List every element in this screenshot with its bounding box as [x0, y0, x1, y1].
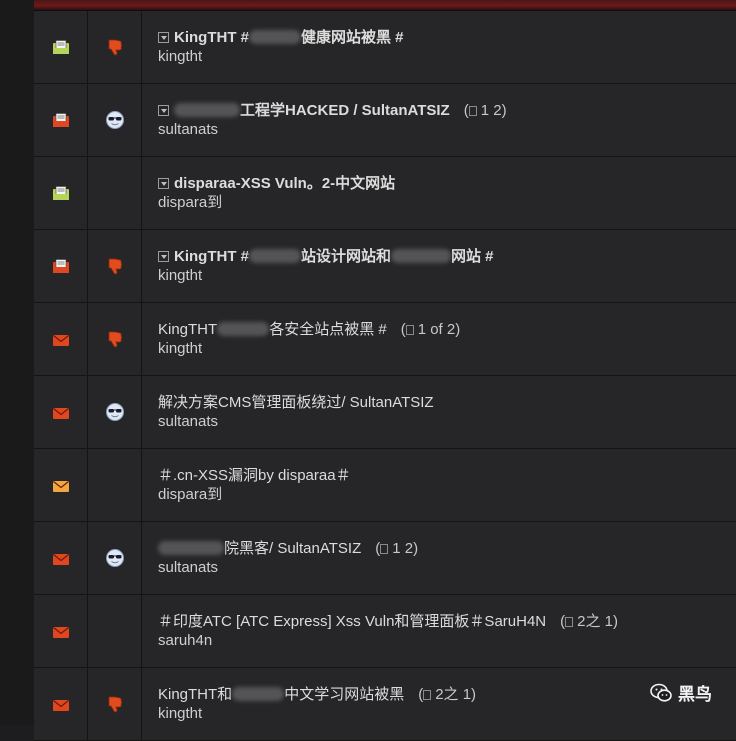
thread-status-icon — [34, 84, 88, 156]
page-links[interactable]: (2之 1) — [418, 686, 476, 703]
thread-row[interactable]: KingTHT和 中文学习网站被黑(2之 1) kingtht — [34, 668, 736, 741]
thread-row[interactable]: KingTHT 各安全站点被黑 #(1 of 2) kingtht — [34, 303, 736, 376]
thread-status-icon — [34, 668, 88, 740]
thread-author[interactable]: saruh4n — [158, 631, 736, 650]
expand-icon[interactable] — [158, 32, 169, 43]
thread-title-link[interactable]: KingTHT # 健康网站被黑 # — [158, 28, 736, 47]
redacted-text — [217, 322, 270, 336]
thumbs-down-icon — [88, 303, 142, 375]
thread-title-link[interactable]: 工程学HACKED / SultanATSIZ(1 2) — [158, 101, 736, 120]
multipage-icon — [468, 106, 477, 116]
page-links[interactable]: (1 2) — [375, 540, 418, 557]
thread-author[interactable]: sultanats — [158, 558, 736, 577]
thread-title-link[interactable]: KingTHT 各安全站点被黑 #(1 of 2) — [158, 320, 736, 339]
thread-row[interactable]: 院黑客/ SultanATSIZ(1 2) sultanats — [34, 522, 736, 595]
thread-author[interactable]: kingtht — [158, 339, 736, 358]
thread-row[interactable]: disparaa-XSS Vuln。2-中文网站 dispara到 — [34, 157, 736, 230]
thread-title-link[interactable]: ＃.cn-XSS漏洞by disparaa＃ — [158, 466, 736, 485]
thread-list: KingTHT # 健康网站被黑 # kingtht 工程学HACKED / Sul… — [34, 11, 736, 741]
watermark: 黑鸟 — [650, 680, 712, 705]
thread-icon-empty — [88, 449, 142, 521]
thread-title-link[interactable]: ＃印度ATC [ATC Express] Xss Vuln和管理面板＃SaruH… — [158, 612, 736, 631]
wechat-icon — [650, 683, 672, 702]
thread-title-link[interactable]: 解决方案CMS管理面板绕过/ SultanATSIZ — [158, 393, 736, 412]
thread-author[interactable]: dispara到 — [158, 485, 736, 504]
redacted-text — [174, 103, 240, 117]
thread-status-icon — [34, 303, 88, 375]
thread-title-link[interactable]: KingTHT # 站设计网站和 网站 # — [158, 247, 736, 266]
expand-icon[interactable] — [158, 178, 169, 189]
sunglasses-icon — [88, 522, 142, 594]
redacted-text — [232, 687, 285, 701]
thumbs-down-icon — [88, 230, 142, 302]
thread-author[interactable]: kingtht — [158, 47, 736, 66]
thread-status-icon — [34, 376, 88, 448]
redacted-text — [249, 30, 301, 44]
multipage-icon — [405, 325, 414, 335]
table-header-bar — [34, 0, 736, 11]
thread-author[interactable]: sultanats — [158, 412, 736, 431]
left-strip — [0, 0, 34, 725]
thread-row[interactable]: 解决方案CMS管理面板绕过/ SultanATSIZ sultanats — [34, 376, 736, 449]
thread-status-icon — [34, 11, 88, 83]
thread-title-link[interactable]: 院黑客/ SultanATSIZ(1 2) — [158, 539, 736, 558]
redacted-text — [249, 249, 301, 263]
page-links[interactable]: (1 of 2) — [401, 321, 461, 338]
thread-author[interactable]: kingtht — [158, 266, 736, 285]
sunglasses-icon — [88, 84, 142, 156]
thumbs-down-icon — [88, 668, 142, 740]
thread-status-icon — [34, 157, 88, 229]
page-links[interactable]: (2之 1) — [560, 613, 618, 630]
thread-status-icon — [34, 522, 88, 594]
watermark-text: 黑鸟 — [678, 685, 712, 704]
thread-author[interactable]: sultanats — [158, 120, 736, 139]
multipage-icon — [423, 690, 432, 700]
thread-row[interactable]: 工程学HACKED / SultanATSIZ(1 2) sultanats — [34, 84, 736, 157]
thread-status-icon — [34, 595, 88, 667]
thread-row[interactable]: ＃.cn-XSS漏洞by disparaa＃ dispara到 — [34, 449, 736, 522]
expand-icon[interactable] — [158, 105, 169, 116]
sunglasses-icon — [88, 376, 142, 448]
thumbs-down-icon — [88, 11, 142, 83]
thread-icon-empty — [88, 157, 142, 229]
expand-icon[interactable] — [158, 251, 169, 262]
multipage-icon — [380, 544, 389, 554]
thread-icon-empty — [88, 595, 142, 667]
thread-row[interactable]: ＃印度ATC [ATC Express] Xss Vuln和管理面板＃SaruH… — [34, 595, 736, 668]
thread-row[interactable]: KingTHT # 健康网站被黑 # kingtht — [34, 11, 736, 84]
redacted-text — [158, 541, 224, 555]
thread-status-icon — [34, 230, 88, 302]
page-links[interactable]: (1 2) — [464, 102, 507, 119]
thread-title-link[interactable]: disparaa-XSS Vuln。2-中文网站 — [158, 174, 736, 193]
thread-row[interactable]: KingTHT # 站设计网站和 网站 # kingtht — [34, 230, 736, 303]
thread-status-icon — [34, 449, 88, 521]
thread-author[interactable]: kingtht — [158, 704, 736, 723]
redacted-text — [391, 249, 452, 263]
multipage-icon — [565, 617, 574, 627]
thread-author[interactable]: dispara到 — [158, 193, 736, 212]
